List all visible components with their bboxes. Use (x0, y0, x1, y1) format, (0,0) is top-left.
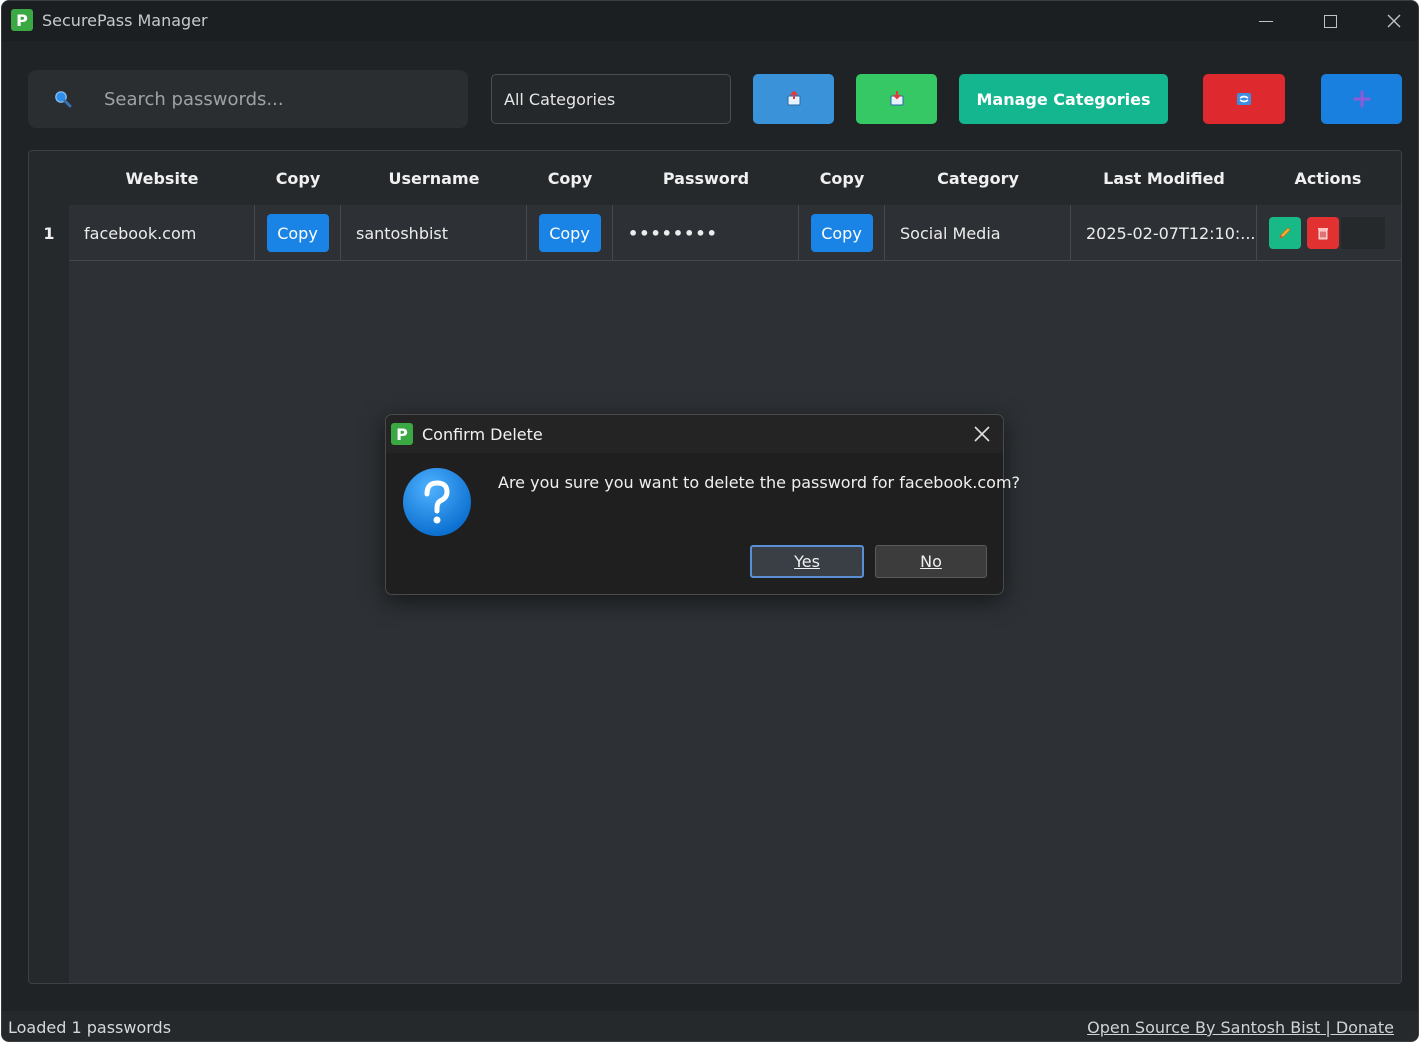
dialog-title-bar: P Confirm Delete (386, 415, 1003, 453)
search-icon (55, 91, 72, 108)
delete-button[interactable] (1307, 217, 1339, 249)
dialog-close-button[interactable] (971, 423, 993, 445)
close-icon (1387, 14, 1401, 28)
status-text: Loaded 1 passwords (8, 1018, 172, 1037)
actions-spacer (1341, 217, 1385, 249)
maximize-button[interactable] (1298, 1, 1362, 41)
header-category[interactable]: Category (885, 151, 1071, 205)
minimize-icon (1259, 20, 1273, 22)
yes-button[interactable]: Yes (750, 545, 864, 578)
category-select-value: All Categories (504, 89, 616, 109)
trash-bin-icon (1237, 93, 1251, 105)
category-select[interactable]: All Categories (491, 74, 731, 124)
cell-username: santoshbist (341, 205, 527, 261)
dialog-title: Confirm Delete (422, 425, 543, 444)
export-button[interactable] (753, 74, 834, 124)
cell-last-modified: 2025-02-07T12:10:... (1071, 205, 1257, 261)
copy-password-button[interactable]: Copy (810, 214, 873, 252)
header-copy-password[interactable]: Copy (799, 151, 885, 205)
header-actions[interactable]: Actions (1257, 151, 1399, 205)
cell-password: •••••••• (613, 205, 799, 261)
cell-actions (1257, 205, 1399, 261)
row-number: 1 (43, 223, 55, 243)
copy-website-button[interactable]: Copy (266, 214, 329, 252)
header-website[interactable]: Website (69, 151, 255, 205)
cell-category: Social Media (885, 205, 1071, 261)
table-header: Website Copy Username Copy Password Copy… (69, 151, 1401, 205)
trash-icon (1318, 228, 1328, 240)
maximize-icon (1323, 14, 1337, 28)
cell-copy-username: Copy (527, 205, 613, 261)
delete-all-button[interactable] (1203, 74, 1285, 124)
search-box (28, 70, 468, 128)
import-box-icon (890, 91, 903, 106)
header-last-modified[interactable]: Last Modified (1071, 151, 1257, 205)
cell-copy-website: Copy (255, 205, 341, 261)
header-copy-username[interactable]: Copy (527, 151, 613, 205)
status-bar: Loaded 1 passwords Open Source By Santos… (2, 1011, 1418, 1041)
import-button[interactable] (856, 74, 937, 124)
plus-icon (1353, 90, 1370, 108)
yes-button-label: Yes (794, 552, 820, 571)
edit-button[interactable] (1269, 217, 1301, 249)
title-bar: P SecurePass Manager (2, 1, 1418, 41)
cell-copy-password: Copy (799, 205, 885, 261)
confirm-delete-dialog: P Confirm Delete Are you sure you want t… (385, 414, 1020, 595)
app-window: P SecurePass Manager All Categories (1, 0, 1419, 1042)
add-password-button[interactable] (1321, 74, 1402, 124)
copy-username-button[interactable]: Copy (538, 214, 601, 252)
cell-website: facebook.com (69, 205, 255, 261)
close-window-button[interactable] (1362, 1, 1418, 41)
pencil-icon (1279, 227, 1291, 239)
header-password[interactable]: Password (613, 151, 799, 205)
no-button-label: No (920, 552, 942, 571)
close-icon (974, 426, 990, 442)
export-box-icon (787, 90, 800, 106)
app-logo: P (11, 9, 33, 31)
header-copy-website[interactable]: Copy (255, 151, 341, 205)
question-icon (403, 468, 471, 536)
dialog-app-logo: P (391, 423, 413, 445)
table-row[interactable]: facebook.com Copy santoshbist Copy •••••… (69, 205, 1401, 261)
app-title: SecurePass Manager (42, 11, 208, 30)
row-index-column (29, 151, 69, 983)
search-input[interactable] (104, 84, 454, 114)
dialog-message: Are you sure you want to delete the pass… (498, 473, 1021, 492)
manage-categories-button[interactable]: Manage Categories (959, 74, 1168, 124)
no-button[interactable]: No (875, 545, 987, 578)
header-username[interactable]: Username (341, 151, 527, 205)
donate-link[interactable]: Open Source By Santosh Bist | Donate (1087, 1018, 1394, 1037)
minimize-button[interactable] (1234, 1, 1298, 41)
